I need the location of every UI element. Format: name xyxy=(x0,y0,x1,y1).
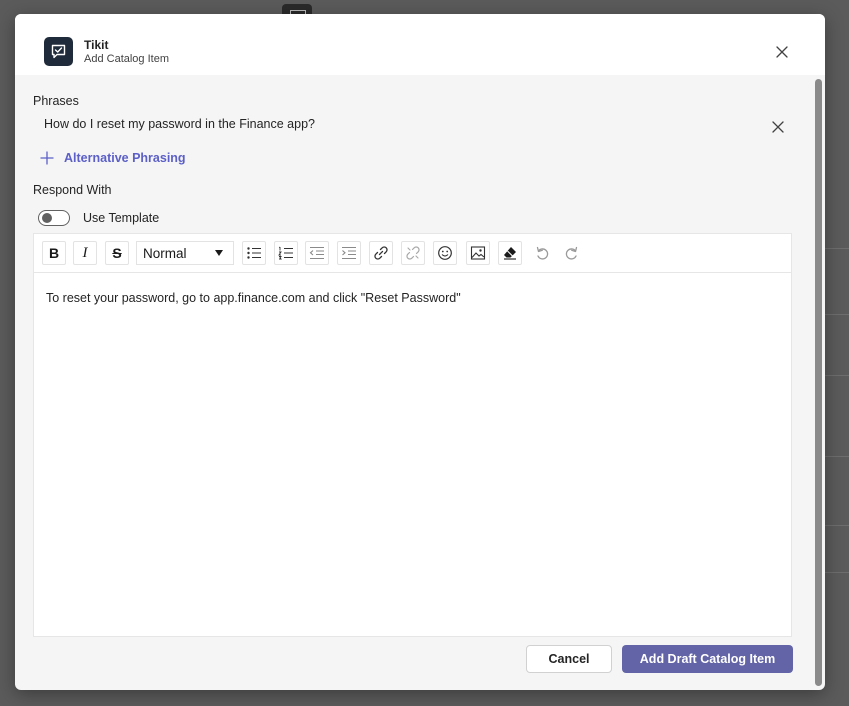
chevron-down-icon xyxy=(215,250,223,256)
use-template-row: Use Template xyxy=(38,210,159,226)
italic-button[interactable]: I xyxy=(73,241,97,265)
bulleted-list-icon xyxy=(247,247,261,259)
toggle-knob xyxy=(42,213,52,223)
outdent-button[interactable] xyxy=(305,241,329,265)
undo-icon xyxy=(536,246,549,260)
add-draft-catalog-item-button[interactable]: Add Draft Catalog Item xyxy=(622,645,793,673)
background-divider xyxy=(823,248,849,249)
bold-button[interactable]: B xyxy=(42,241,66,265)
outdent-icon xyxy=(309,246,324,260)
background-divider xyxy=(823,572,849,573)
editor-toolbar: B I S Normal xyxy=(34,234,791,273)
add-alternative-phrasing-button[interactable]: Alternative Phrasing xyxy=(40,151,186,165)
phrase-input[interactable]: How do I reset my password in the Financ… xyxy=(44,117,315,131)
indent-button[interactable] xyxy=(337,241,361,265)
app-name: Tikit xyxy=(84,38,109,52)
scrollbar[interactable] xyxy=(815,79,822,686)
bold-icon: B xyxy=(48,245,60,261)
strikethrough-button[interactable]: S xyxy=(105,241,129,265)
chat-check-icon xyxy=(44,37,73,66)
undo-button[interactable] xyxy=(530,241,554,265)
emoji-button[interactable] xyxy=(433,241,457,265)
redo-button[interactable] xyxy=(560,241,584,265)
indent-icon xyxy=(342,246,356,260)
remove-phrase-icon[interactable] xyxy=(771,120,785,134)
add-alternative-phrasing-label: Alternative Phrasing xyxy=(64,151,186,165)
link-button[interactable] xyxy=(369,241,393,265)
use-template-toggle[interactable] xyxy=(38,210,70,226)
numbered-list-icon xyxy=(278,246,293,260)
bulleted-list-button[interactable] xyxy=(242,241,266,265)
strikethrough-icon: S xyxy=(112,245,122,261)
background-divider xyxy=(823,314,849,315)
image-button[interactable] xyxy=(466,241,490,265)
italic-icon: I xyxy=(82,244,88,261)
close-icon[interactable] xyxy=(774,44,790,60)
respond-with-label: Respond With xyxy=(33,183,112,197)
add-catalog-item-dialog: Tikit Add Catalog Item Phrases How do I … xyxy=(15,14,825,690)
image-icon xyxy=(470,246,486,260)
clear-format-icon xyxy=(504,247,516,260)
background-divider xyxy=(823,375,849,376)
emoji-icon xyxy=(438,246,452,260)
format-select[interactable]: Normal xyxy=(136,241,234,265)
clear-format-button[interactable] xyxy=(498,241,522,265)
plus-icon xyxy=(40,151,54,165)
link-icon xyxy=(374,246,388,260)
numbered-list-button[interactable] xyxy=(274,241,298,265)
unlink-button[interactable] xyxy=(401,241,425,265)
rich-text-editor: B I S Normal To reset your password, go … xyxy=(33,233,792,637)
unlink-icon xyxy=(406,246,420,260)
editor-content[interactable]: To reset your password, go to app.financ… xyxy=(46,291,461,305)
redo-icon xyxy=(565,246,578,260)
phrases-label: Phrases xyxy=(33,94,79,108)
dialog-subtitle: Add Catalog Item xyxy=(84,53,169,65)
use-template-label: Use Template xyxy=(83,211,160,225)
background-divider xyxy=(823,525,849,526)
cancel-button[interactable]: Cancel xyxy=(526,645,612,673)
format-select-value: Normal xyxy=(143,245,187,261)
background-divider xyxy=(823,456,849,457)
dialog-header: Tikit Add Catalog Item xyxy=(15,14,825,75)
